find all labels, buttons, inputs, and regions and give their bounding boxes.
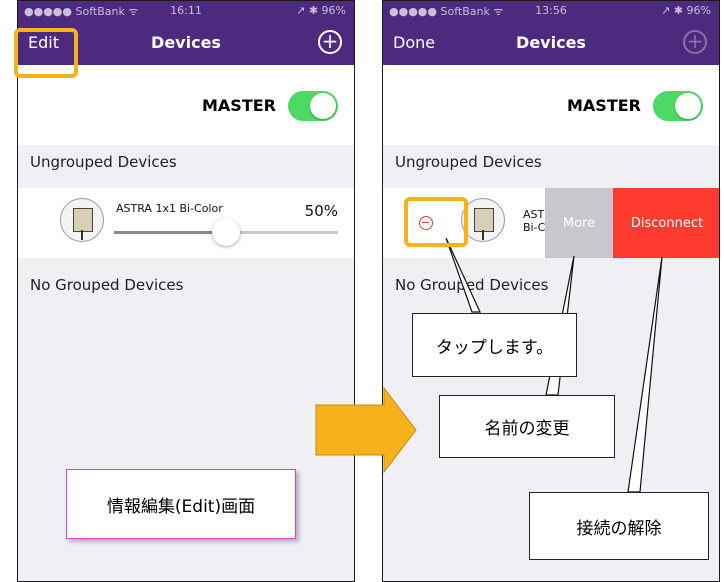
edit-highlight bbox=[14, 28, 78, 78]
minus-highlight bbox=[404, 197, 468, 247]
callout-rename: 名前の変更 bbox=[439, 395, 615, 458]
disconnect-pointer bbox=[627, 256, 663, 493]
callout-disconnect: 接続の解除 bbox=[529, 492, 709, 560]
callout-tap: タップします。 bbox=[412, 313, 577, 377]
arrow-right-icon bbox=[315, 386, 417, 474]
info-box: 情報編集(Edit)画面 bbox=[66, 469, 296, 539]
tap-pointer bbox=[445, 237, 481, 313]
